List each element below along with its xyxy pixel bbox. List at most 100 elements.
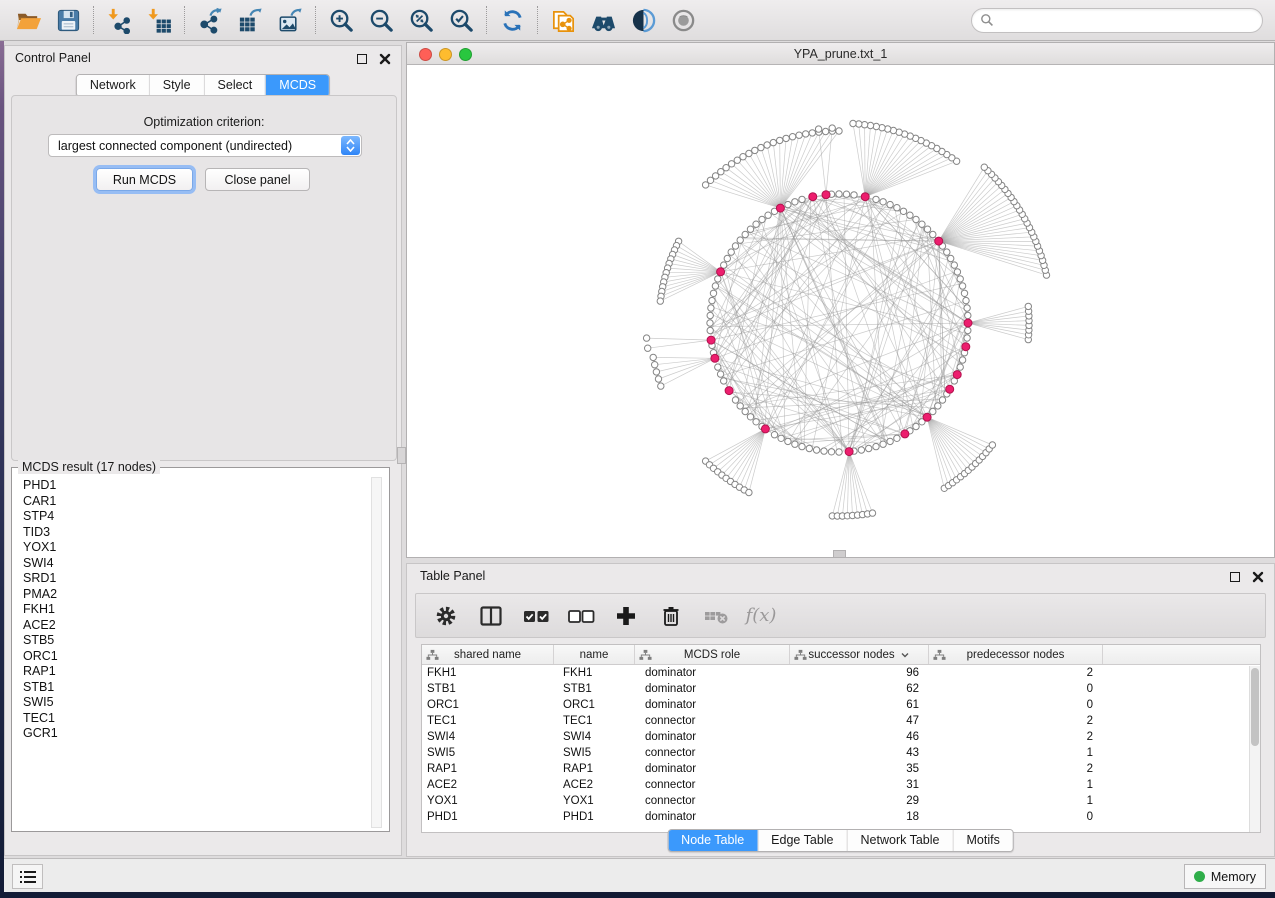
tab-network[interactable]: Network [77, 75, 149, 96]
run-mcds-button[interactable]: Run MCDS [96, 168, 193, 191]
share-network-button[interactable] [543, 3, 583, 37]
search-input[interactable] [994, 10, 1262, 30]
table-cell[interactable]: 35 [790, 763, 929, 775]
function-builder-button[interactable]: f(x) [747, 601, 775, 631]
table-cell[interactable]: 2 [929, 731, 1103, 743]
tab-edge-table[interactable]: Edge Table [757, 830, 846, 851]
table-cell[interactable]: 1 [929, 747, 1103, 759]
table-cell[interactable]: FKH1 [554, 667, 635, 679]
table-cell[interactable]: STB1 [554, 683, 635, 695]
tab-node-table[interactable]: Node Table [668, 830, 757, 851]
delete-table-button[interactable] [702, 601, 730, 631]
table-cell[interactable]: TEC1 [422, 715, 554, 727]
close-table-panel-button[interactable] [1251, 570, 1264, 583]
delete-row-button[interactable] [657, 601, 685, 631]
table-cell[interactable]: 43 [790, 747, 929, 759]
table-cell[interactable]: YOX1 [554, 795, 635, 807]
table-row[interactable]: FKH1FKH1dominator962 [422, 665, 1260, 681]
save-session-button[interactable] [48, 3, 88, 37]
table-cell[interactable]: SWI5 [422, 747, 554, 759]
import-network-button[interactable] [99, 3, 139, 37]
table-cell[interactable]: 1 [929, 795, 1103, 807]
table-cell[interactable]: ACE2 [422, 779, 554, 791]
column-header-shared-name[interactable]: shared name [422, 645, 554, 664]
zoom-selected-button[interactable] [441, 3, 481, 37]
network-canvas[interactable] [407, 65, 1274, 557]
table-row[interactable]: SWI4SWI4dominator462 [422, 729, 1260, 745]
panel-splitter-handle[interactable] [397, 447, 406, 464]
tab-motifs[interactable]: Motifs [952, 830, 1012, 851]
tab-mcds[interactable]: MCDS [265, 75, 329, 96]
table-cell[interactable]: connector [635, 795, 790, 807]
mcds-result-item[interactable]: TID3 [23, 525, 369, 541]
mcds-result-item[interactable]: PMA2 [23, 587, 369, 603]
table-cell[interactable]: dominator [635, 811, 790, 823]
open-session-button[interactable] [8, 3, 48, 37]
mcds-result-item[interactable]: SWI5 [23, 695, 369, 711]
mcds-result-item[interactable]: ACE2 [23, 618, 369, 634]
memory-button[interactable]: Memory [1184, 864, 1266, 889]
table-cell[interactable]: dominator [635, 667, 790, 679]
mcds-result-item[interactable]: GCR1 [23, 726, 369, 742]
table-cell[interactable]: 2 [929, 667, 1103, 679]
float-table-panel-button[interactable] [1228, 570, 1241, 583]
column-header-predecessor-nodes[interactable]: predecessor nodes [929, 645, 1103, 664]
search-network-button[interactable] [583, 3, 623, 37]
table-cell[interactable]: dominator [635, 731, 790, 743]
table-cell[interactable]: connector [635, 779, 790, 791]
refresh-layout-button[interactable] [492, 3, 532, 37]
table-row[interactable]: PHD1PHD1dominator180 [422, 809, 1260, 825]
table-cell[interactable]: 2 [929, 715, 1103, 727]
close-panel-button[interactable] [378, 52, 391, 65]
table-row[interactable]: SWI5SWI5connector431 [422, 745, 1260, 761]
add-row-button[interactable] [612, 601, 640, 631]
table-cell[interactable]: 1 [929, 779, 1103, 791]
zoom-out-button[interactable] [361, 3, 401, 37]
table-cell[interactable]: FKH1 [422, 667, 554, 679]
select-all-columns-button[interactable] [522, 601, 550, 631]
table-cell[interactable]: 0 [929, 699, 1103, 711]
table-cell[interactable]: 96 [790, 667, 929, 679]
table-cell[interactable]: 2 [929, 763, 1103, 775]
table-row[interactable]: TEC1TEC1connector472 [422, 713, 1260, 729]
table-cell[interactable]: TEC1 [554, 715, 635, 727]
show-columns-button[interactable] [477, 601, 505, 631]
table-cell[interactable]: 61 [790, 699, 929, 711]
table-cell[interactable]: PHD1 [422, 811, 554, 823]
table-cell[interactable]: 0 [929, 683, 1103, 695]
table-row[interactable]: YOX1YOX1connector291 [422, 793, 1260, 809]
table-cell[interactable]: ORC1 [422, 699, 554, 711]
mcds-result-item[interactable]: YOX1 [23, 540, 369, 556]
table-settings-button[interactable] [432, 601, 460, 631]
table-row[interactable]: STB1STB1dominator620 [422, 681, 1260, 697]
table-row[interactable]: ACE2ACE2connector311 [422, 777, 1260, 793]
mcds-result-item[interactable]: SRD1 [23, 571, 369, 587]
mcds-result-item[interactable]: FKH1 [23, 602, 369, 618]
zoom-in-button[interactable] [321, 3, 361, 37]
mcds-result-item[interactable]: CAR1 [23, 494, 369, 510]
table-cell[interactable]: SWI4 [422, 731, 554, 743]
show-hide-panel-button[interactable] [663, 3, 703, 37]
table-cell[interactable]: 29 [790, 795, 929, 807]
task-history-button[interactable] [12, 864, 43, 889]
table-cell[interactable]: ORC1 [554, 699, 635, 711]
column-header-name[interactable]: name [554, 645, 635, 664]
mcds-result-item[interactable]: SWI4 [23, 556, 369, 572]
mcds-result-item[interactable]: PHD1 [23, 478, 369, 494]
table-cell[interactable]: 62 [790, 683, 929, 695]
mcds-result-item[interactable]: RAP1 [23, 664, 369, 680]
table-cell[interactable]: RAP1 [422, 763, 554, 775]
table-cell[interactable]: 18 [790, 811, 929, 823]
table-cell[interactable]: SWI5 [554, 747, 635, 759]
network-window-titlebar[interactable]: YPA_prune.txt_1 [407, 43, 1274, 65]
table-row[interactable]: RAP1RAP1dominator352 [422, 761, 1260, 777]
close-mcds-panel-button[interactable]: Close panel [205, 168, 310, 191]
import-table-button[interactable] [139, 3, 179, 37]
export-network-button[interactable] [190, 3, 230, 37]
tab-style[interactable]: Style [149, 75, 204, 96]
network-hscroll-handle[interactable] [833, 550, 846, 558]
zoom-fit-button[interactable] [401, 3, 441, 37]
table-cell[interactable]: SWI4 [554, 731, 635, 743]
table-cell[interactable]: 46 [790, 731, 929, 743]
table-cell[interactable]: dominator [635, 763, 790, 775]
